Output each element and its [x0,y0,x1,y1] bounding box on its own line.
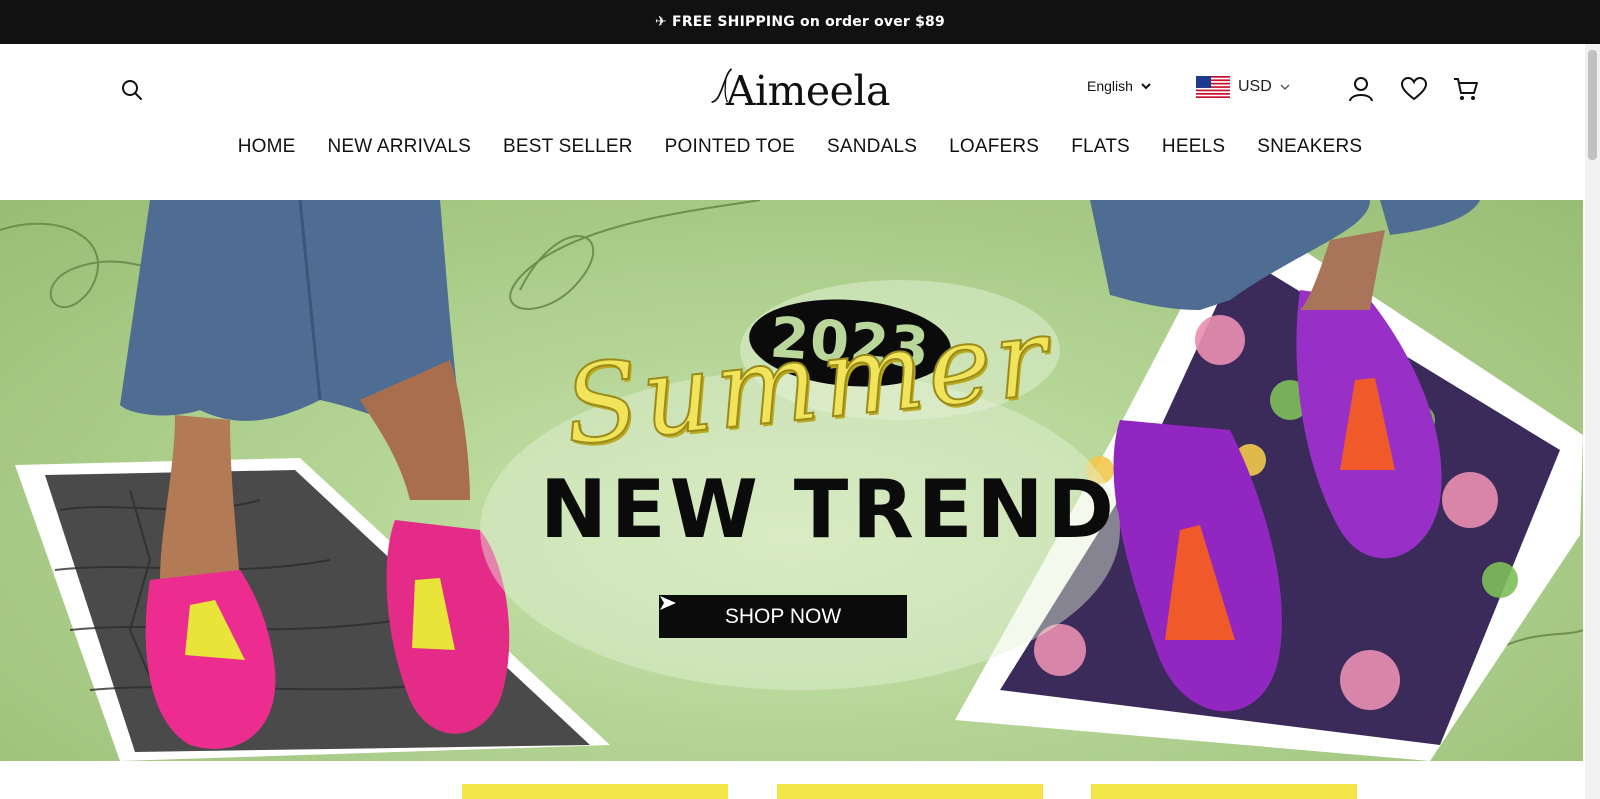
category-tag[interactable] [462,784,728,799]
heart-icon[interactable] [1399,74,1429,104]
chevron-down-icon [1280,84,1290,90]
play-arrow-icon [660,596,676,610]
category-tag[interactable] [1091,784,1357,799]
nav-item-sandals[interactable]: SANDALS [827,136,917,168]
left-leg-1 [160,415,240,580]
category-tag-strip [0,784,1583,799]
hero-headline: NEW TREND [540,463,1118,556]
language-label: English [1087,78,1133,94]
site-logo[interactable]: Aimeela [710,62,891,115]
currency-selector[interactable]: USD [1196,76,1290,98]
site-header: Aimeela English USD HOME NEW ARRIVALS BE… [0,44,1600,200]
swirl-line [509,200,761,310]
shop-now-label: SHOP NOW [724,604,842,628]
category-tag[interactable] [777,784,1043,799]
nav-item-home[interactable]: HOME [238,136,296,168]
hero-banner[interactable]: 2023 Summer NEW TREND SHOP NOW [0,200,1583,761]
nav-item-flats[interactable]: FLATS [1071,136,1130,168]
search-icon[interactable] [117,75,147,105]
nav-item-loafers[interactable]: LOAFERS [949,136,1039,168]
user-icon[interactable] [1346,74,1376,104]
main-nav: HOME NEW ARRIVALS BEST SELLER POINTED TO… [0,136,1600,168]
announcement-bar: ✈ FREE SHIPPING on order over $89 [0,0,1600,44]
us-flag-icon [1196,76,1230,98]
logo-text: Aimeela [725,67,891,115]
language-selector[interactable]: English [1087,78,1151,94]
nav-item-new-arrivals[interactable]: NEW ARRIVALS [328,136,472,168]
currency-label: USD [1238,78,1272,95]
cart-icon[interactable] [1451,74,1481,104]
chevron-down-icon [1141,83,1151,90]
shop-now-button[interactable]: SHOP NOW [659,595,907,638]
scrollbar-thumb[interactable] [1588,50,1597,160]
announcement-text: ✈ FREE SHIPPING on order over $89 [655,14,945,30]
nav-item-sneakers[interactable]: SNEAKERS [1257,136,1362,168]
nav-item-pointed-toe[interactable]: POINTED TOE [665,136,795,168]
nav-item-best-seller[interactable]: BEST SELLER [503,136,633,168]
nav-item-heels[interactable]: HEELS [1162,136,1225,168]
